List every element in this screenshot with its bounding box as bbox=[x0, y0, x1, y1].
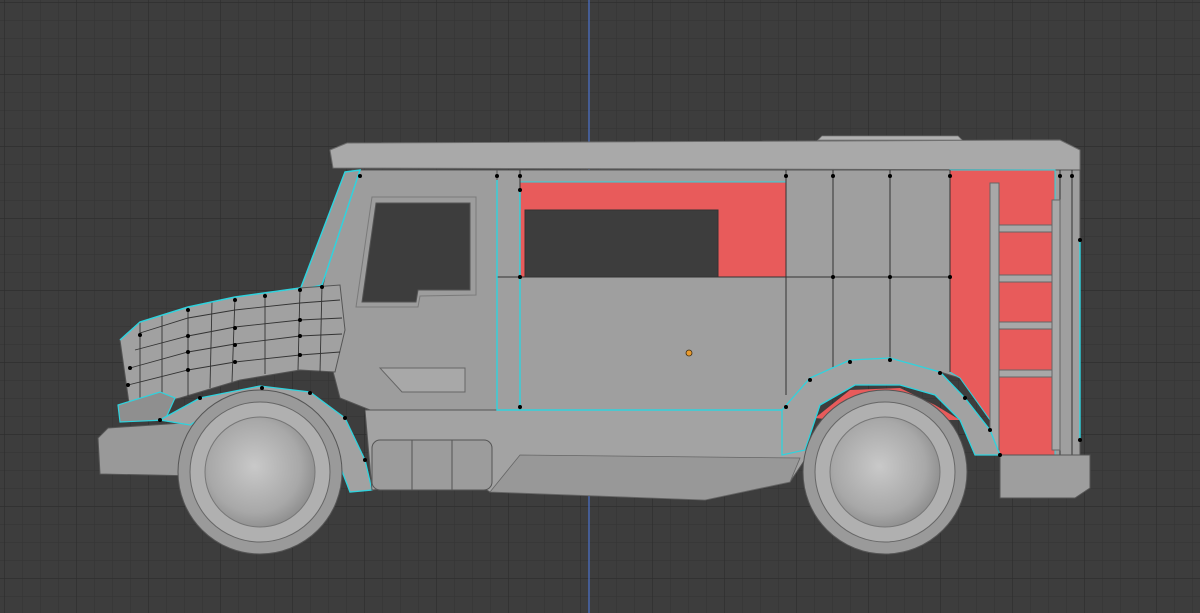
front-wheel[interactable] bbox=[177, 389, 343, 555]
3d-viewport[interactable] bbox=[0, 0, 1200, 613]
rear-bumper[interactable] bbox=[999, 454, 1091, 499]
roof-detail bbox=[817, 135, 963, 141]
roof[interactable] bbox=[329, 139, 1081, 171]
object-origin[interactable] bbox=[685, 349, 693, 357]
fuel-tank[interactable] bbox=[371, 439, 493, 491]
cab-window bbox=[361, 202, 471, 303]
rear-wheel[interactable] bbox=[802, 389, 968, 555]
box-window bbox=[524, 209, 719, 278]
